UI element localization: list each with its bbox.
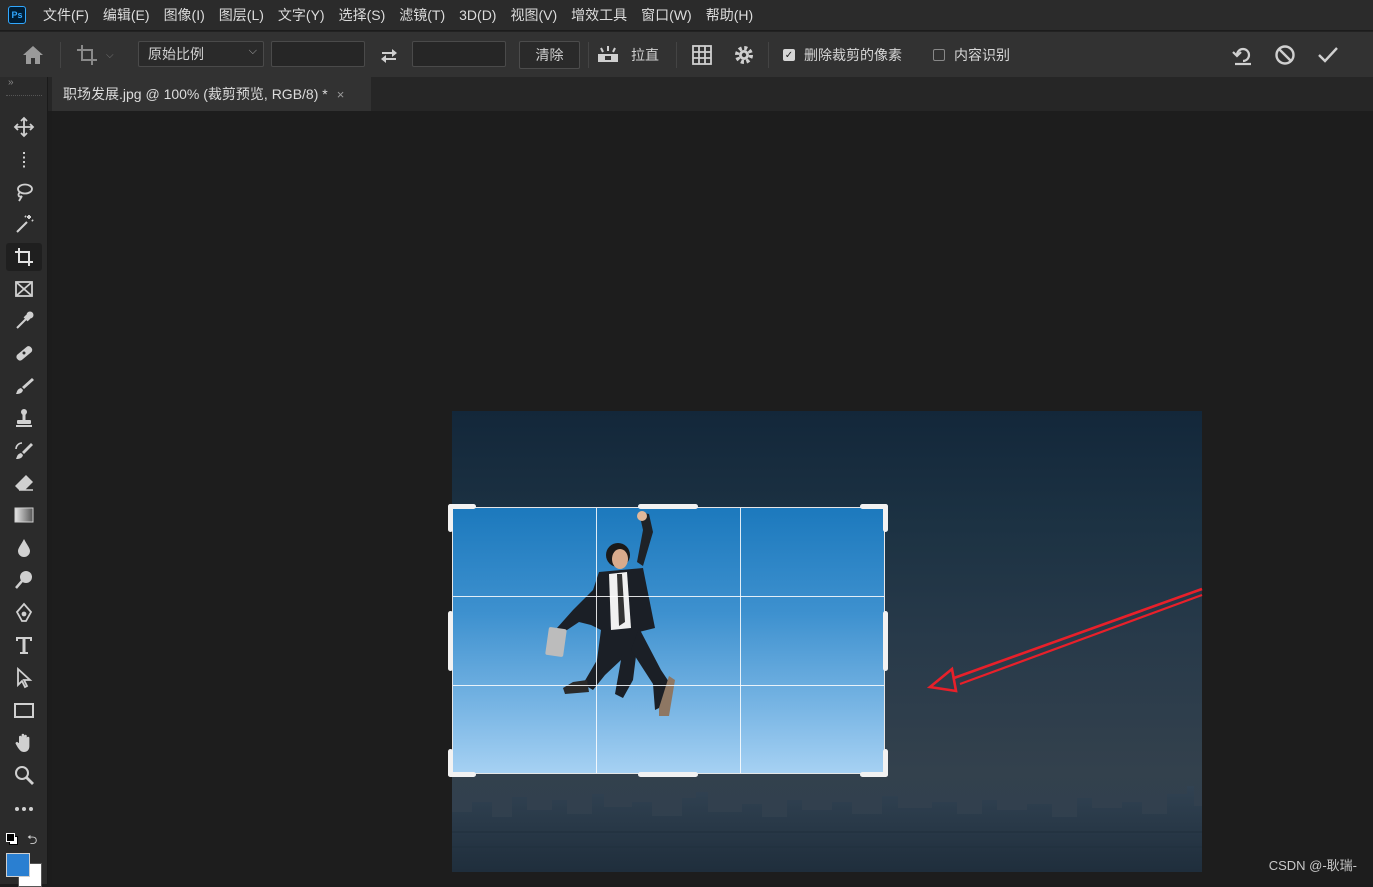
red-arrow-annotation (926, 587, 1203, 693)
ratio-select[interactable]: 原始比例 ⌵ (138, 41, 264, 67)
menu-bar: Ps 文件(F) 编辑(E) 图像(I) 图层(L) 文字(Y) 选择(S) 滤… (0, 0, 1373, 30)
gradient-tool[interactable] (6, 501, 42, 529)
content-aware-checkbox[interactable]: 内容识别 (933, 32, 1010, 78)
straighten-button[interactable]: 拉直 (596, 32, 659, 78)
blur-tool[interactable] (6, 534, 42, 562)
eraser-tool[interactable] (6, 469, 42, 497)
reset-icon[interactable] (1230, 32, 1256, 78)
healing-brush-tool[interactable] (6, 339, 42, 367)
cancel-icon[interactable] (1272, 32, 1298, 78)
content-aware-label: 内容识别 (954, 47, 1010, 63)
menu-3d[interactable]: 3D(D) (452, 0, 503, 30)
zoom-tool[interactable] (6, 761, 42, 789)
menu-filter[interactable]: 滤镜(T) (392, 0, 452, 30)
grid-line-v2 (740, 508, 741, 773)
history-brush-tool[interactable] (6, 437, 42, 465)
menu-type[interactable]: 文字(Y) (271, 0, 332, 30)
frame-tool[interactable] (6, 275, 42, 303)
document-tab-title: 职场发展.jpg @ 100% (裁剪预览, RGB/8) * (63, 86, 328, 102)
crop-preview[interactable] (452, 507, 885, 774)
level-icon (598, 46, 618, 62)
document-tab[interactable]: 职场发展.jpg @ 100% (裁剪预览, RGB/8) * × (52, 77, 371, 111)
empty-checkbox-icon (933, 49, 945, 61)
options-bar: ⌵ 原始比例 ⌵ 清除 拉直 ✓ 删除裁剪的像素 内容识别 (0, 31, 1373, 77)
crop-preset-icon[interactable]: ⌵ (74, 32, 114, 78)
panel-expand-icon[interactable]: » (8, 77, 14, 88)
menu-view[interactable]: 视图(V) (503, 0, 564, 30)
crop-tool[interactable] (6, 243, 42, 271)
menu-help[interactable]: 帮助(H) (699, 0, 760, 30)
close-icon[interactable]: × (337, 87, 345, 102)
straighten-label: 拉直 (631, 47, 659, 63)
menu-edit[interactable]: 编辑(E) (96, 0, 157, 30)
menu-file[interactable]: 文件(F) (36, 0, 96, 30)
menu-layer[interactable]: 图层(L) (212, 0, 271, 30)
ratio-select-value: 原始比例 (148, 46, 204, 62)
gear-icon[interactable] (733, 32, 755, 78)
canvas-area[interactable] (52, 111, 1373, 884)
csdn-watermark: CSDN @-耿瑞- (1268, 858, 1357, 873)
crop-handle-bottom[interactable] (638, 772, 698, 777)
crop-handle-right[interactable] (883, 611, 888, 671)
tools-panel: » ⮌ (0, 77, 48, 887)
menu-window[interactable]: 窗口(W) (634, 0, 699, 30)
default-colors-icon[interactable] (6, 833, 18, 845)
crop-handle-left[interactable] (448, 611, 453, 671)
menu-image[interactable]: 图像(I) (157, 0, 212, 30)
hand-tool[interactable] (6, 729, 42, 757)
photoshop-logo: Ps (8, 6, 26, 24)
commit-checkmark-icon[interactable] (1315, 32, 1341, 78)
lasso-tool[interactable] (6, 178, 42, 206)
checkmark-icon: ✓ (783, 49, 795, 61)
clear-button[interactable]: 清除 (519, 41, 580, 69)
dodge-tool[interactable] (6, 566, 42, 594)
grid-line-h1 (453, 596, 884, 597)
brush-tool[interactable] (6, 372, 42, 400)
grid-overlay-icon[interactable] (690, 32, 714, 78)
pen-tool[interactable] (6, 599, 42, 627)
jumping-businessman-image (545, 511, 675, 716)
delete-cropped-label: 删除裁剪的像素 (804, 47, 902, 63)
marquee-tool[interactable] (6, 146, 42, 174)
move-tool[interactable] (6, 113, 42, 141)
magic-wand-tool[interactable] (6, 210, 42, 238)
grid-line-v1 (596, 508, 597, 773)
document-tabs: 职场发展.jpg @ 100% (裁剪预览, RGB/8) * × (48, 77, 1373, 111)
more-tools-icon[interactable] (6, 795, 42, 823)
home-icon[interactable] (20, 32, 46, 78)
rectangle-tool[interactable] (6, 696, 42, 724)
menu-select[interactable]: 选择(S) (332, 0, 393, 30)
type-tool[interactable] (6, 631, 42, 659)
crop-handle-top[interactable] (638, 504, 698, 509)
chevron-down-icon: ⌵ (248, 45, 257, 57)
city-skyline (452, 786, 1202, 872)
swap-colors-icon[interactable]: ⮌ (27, 831, 37, 853)
path-selection-tool[interactable] (6, 664, 42, 692)
grid-line-h2 (453, 685, 884, 686)
height-field[interactable] (412, 41, 506, 67)
swap-icon[interactable] (379, 32, 399, 78)
foreground-color-swatch[interactable] (6, 853, 30, 877)
menu-plugins[interactable]: 增效工具 (564, 0, 634, 30)
clone-stamp-tool[interactable] (6, 404, 42, 432)
delete-cropped-pixels-checkbox[interactable]: ✓ 删除裁剪的像素 (783, 32, 902, 78)
width-field[interactable] (271, 41, 365, 67)
eyedropper-tool[interactable] (6, 307, 42, 335)
